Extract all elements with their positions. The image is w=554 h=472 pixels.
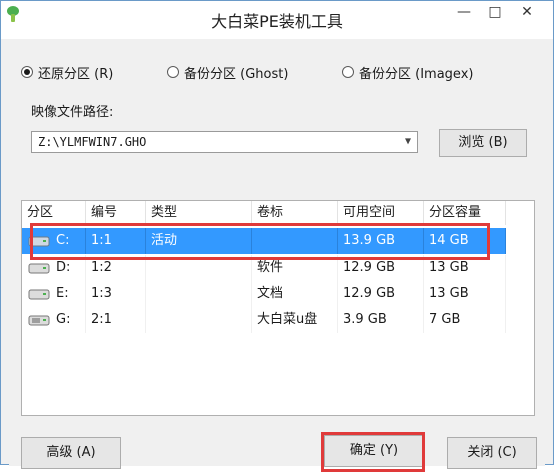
image-path-label: 映像文件路径: [31, 105, 114, 120]
radio-unchecked-icon [167, 66, 179, 78]
cell-free-space: 3.9 GB [338, 307, 424, 333]
column-header-number[interactable]: 编号 [86, 201, 146, 225]
cell-number: 1:2 [86, 255, 146, 281]
close-button[interactable]: 关闭 (C) [447, 437, 537, 469]
cell-number: 1:1 [86, 228, 146, 254]
radio-unchecked-icon [342, 66, 354, 78]
close-window-button[interactable]: ✕ [509, 3, 545, 21]
partition-list[interactable]: 分区 编号 类型 卷标 可用空间 分区容量 C: 1:1 活动 13.9 GB … [21, 200, 535, 416]
mode-backup-ghost-label: 备份分区 (Ghost) [184, 66, 289, 82]
cell-label: 文档 [252, 281, 338, 307]
minimize-button[interactable]: — [449, 3, 479, 21]
column-header-partition[interactable]: 分区 [22, 201, 86, 225]
title-bar: 大白菜PE装机工具 — □ ✕ [1, 1, 553, 39]
cell-type: 活动 [146, 228, 252, 254]
ok-button[interactable]: 确定 (Y) [324, 435, 424, 467]
cell-free-space: 12.9 GB [338, 255, 424, 281]
mode-backup-imagex-label: 备份分区 (Imagex) [359, 66, 474, 82]
cell-drive: C: [22, 228, 86, 254]
browse-button[interactable]: 浏览 (B) [439, 129, 527, 157]
cell-capacity: 14 GB [424, 228, 506, 254]
column-header-free-space[interactable]: 可用空间 [338, 201, 424, 225]
maximize-button[interactable]: □ [480, 3, 510, 21]
table-row[interactable]: C: 1:1 活动 13.9 GB 14 GB [22, 228, 506, 254]
installer-window: 大白菜PE装机工具 — □ ✕ 还原分区 (R) 备份分区 (Ghost) 备份… [0, 0, 554, 472]
mode-backup-imagex-radio[interactable]: 备份分区 (Imagex) [342, 63, 474, 82]
cell-drive: D: [22, 255, 86, 281]
table-row[interactable]: D: 1:2 软件 12.9 GB 13 GB [22, 255, 506, 281]
radio-checked-icon [21, 66, 33, 78]
cell-number: 2:1 [86, 307, 146, 333]
cell-type [146, 255, 252, 281]
cell-drive: E: [22, 281, 86, 307]
advanced-button[interactable]: 高级 (A) [21, 437, 121, 469]
cell-capacity: 13 GB [424, 281, 506, 307]
cell-capacity: 13 GB [424, 255, 506, 281]
column-header-type[interactable]: 类型 [146, 201, 252, 225]
cell-capacity: 7 GB [424, 307, 506, 333]
cell-free-space: 12.9 GB [338, 281, 424, 307]
cell-free-space: 13.9 GB [338, 228, 424, 254]
mode-restore-label: 还原分区 (R) [38, 66, 114, 82]
cell-label: 大白菜u盘 [252, 307, 338, 333]
cell-label: 软件 [252, 255, 338, 281]
column-header-capacity[interactable]: 分区容量 [424, 201, 506, 225]
cell-type [146, 307, 252, 333]
table-row[interactable]: E: 1:3 文档 12.9 GB 13 GB [22, 281, 506, 307]
main-panel: 还原分区 (R) 备份分区 (Ghost) 备份分区 (Imagex) 映像文件… [9, 39, 545, 472]
table-row[interactable]: G: 2:1 大白菜u盘 3.9 GB 7 GB [22, 307, 506, 333]
cell-type [146, 281, 252, 307]
image-path-value: Z:\YLMFWIN7.GHO [38, 135, 147, 149]
cell-label [252, 228, 338, 254]
cell-number: 1:3 [86, 281, 146, 307]
image-path-combobox[interactable]: Z:\YLMFWIN7.GHO ▼ [31, 131, 418, 153]
chevron-down-icon[interactable]: ▼ [401, 132, 415, 152]
mode-backup-ghost-radio[interactable]: 备份分区 (Ghost) [167, 63, 289, 82]
column-header-label[interactable]: 卷标 [252, 201, 338, 225]
cell-drive: G: [22, 307, 86, 333]
mode-restore-radio[interactable]: 还原分区 (R) [21, 63, 114, 82]
